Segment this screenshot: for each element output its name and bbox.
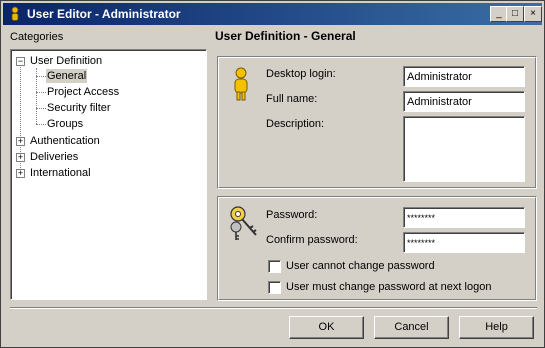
- password-label: Password:: [266, 209, 318, 221]
- tree-item-project-access[interactable]: Project Access: [47, 85, 119, 99]
- title-bar[interactable]: User Editor - Administrator _ □ ×: [3, 3, 542, 25]
- desktop-login-input[interactable]: Administrator: [403, 66, 525, 87]
- confirm-password-input[interactable]: ********: [403, 232, 525, 253]
- tree-item-international[interactable]: International: [30, 166, 91, 180]
- section-title: User Definition - General: [215, 29, 356, 43]
- expand-icon[interactable]: +: [16, 137, 25, 146]
- description-textarea[interactable]: [403, 116, 525, 182]
- maximize-button[interactable]: □: [506, 6, 524, 22]
- must-change-password-checkbox[interactable]: [268, 281, 281, 294]
- keys-icon: [230, 206, 257, 240]
- categories-label: Categories: [10, 31, 64, 43]
- tree-item-deliveries[interactable]: Deliveries: [30, 150, 78, 164]
- category-tree[interactable]: − User Definition General Project Access…: [10, 49, 207, 300]
- full-name-input[interactable]: Administrator: [403, 91, 525, 112]
- ok-button[interactable]: OK: [289, 316, 364, 339]
- password-input[interactable]: ********: [403, 207, 525, 228]
- expand-icon[interactable]: +: [16, 153, 25, 162]
- cannot-change-password-checkbox[interactable]: [268, 260, 281, 273]
- user-editor-window: User Editor - Administrator _ □ × Catego…: [0, 0, 545, 348]
- tree-item-authentication[interactable]: Authentication: [30, 134, 100, 148]
- window-title: User Editor - Administrator: [27, 7, 181, 21]
- collapse-icon[interactable]: −: [16, 57, 25, 66]
- close-button[interactable]: ×: [524, 6, 542, 22]
- must-change-password-label[interactable]: User must change password at next logon: [286, 281, 491, 293]
- tree-connector: [36, 76, 46, 77]
- tree-connector: [36, 124, 46, 125]
- tree-item-security-filter[interactable]: Security filter: [47, 101, 111, 115]
- help-button[interactable]: Help: [459, 316, 534, 339]
- footer-separator: [10, 307, 537, 309]
- tree-item-general[interactable]: General: [46, 69, 88, 83]
- cannot-change-password-label[interactable]: User cannot change password: [286, 260, 435, 272]
- identity-group: Desktop login: Full name: Description: A…: [217, 56, 537, 189]
- tree-item-groups[interactable]: Groups: [47, 117, 83, 131]
- cancel-button[interactable]: Cancel: [374, 316, 449, 339]
- desktop-login-label: Desktop login:: [266, 68, 336, 80]
- full-name-label: Full name:: [266, 93, 318, 105]
- password-group: Password: Confirm password: ******** ***…: [217, 196, 537, 301]
- confirm-password-label: Confirm password:: [266, 234, 358, 246]
- user-icon: [234, 67, 248, 101]
- description-label: Description:: [266, 118, 325, 130]
- tree-item-user-definition[interactable]: User Definition: [30, 54, 102, 68]
- tree-connector: [36, 92, 46, 93]
- tree-connector: [36, 108, 46, 109]
- expand-icon[interactable]: +: [16, 169, 25, 178]
- user-icon: [11, 6, 19, 21]
